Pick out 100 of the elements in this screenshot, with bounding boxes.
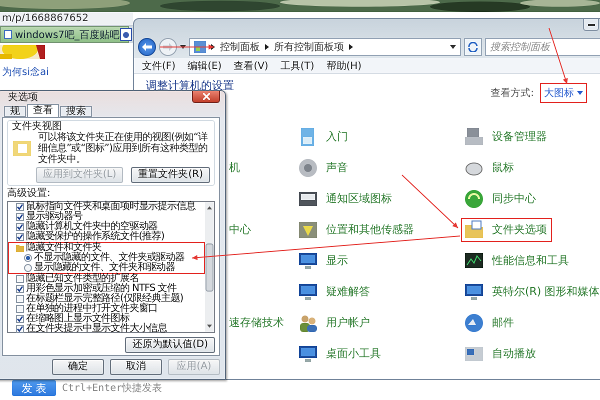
control-panel-item[interactable]: 声音 (295, 156, 353, 180)
dialog-tab[interactable]: 规 (4, 106, 26, 117)
dialog-tab[interactable]: 搜索 (60, 106, 92, 117)
setting-label: 显示隐藏的文件、文件夹和驱动器 (34, 263, 176, 273)
chart-icon (464, 250, 484, 270)
search-field[interactable]: 搜索控制面板 (485, 38, 600, 56)
monitor-icon (298, 250, 318, 270)
dialog-title: 夹选项 (8, 92, 38, 103)
setting-label: 在标题栏显示完整路径(仅限经典主题) (26, 294, 184, 304)
control-panel-item[interactable]: 性能信息和工具 (461, 248, 574, 272)
speaker-icon (298, 158, 318, 178)
globe-icon (464, 312, 484, 332)
dialog-tab[interactable]: 查看 (27, 104, 59, 117)
control-panel-item[interactable]: 文件夹选项 (461, 218, 552, 242)
folder-icon (12, 138, 32, 158)
address-bar[interactable]: m/p/1668867652 (0, 12, 133, 26)
menu-item[interactable]: 工具(T) (274, 58, 320, 72)
menu-item[interactable]: 文件(F) (136, 58, 182, 72)
sync-icon (464, 188, 484, 208)
browser-tab[interactable]: windows7吧_百度贴吧 (0, 26, 129, 43)
description-text: 可以将该文件夹正在使用的视图(例如“详细信息”或“图标”)应用到所有这种类型的文件夹中。 (38, 132, 209, 165)
forward-button[interactable] (159, 38, 177, 56)
item-label[interactable]: 速存储技术 (229, 315, 284, 330)
scrollbar[interactable] (205, 202, 214, 332)
minimize-button[interactable] (583, 19, 599, 31)
breadcrumb-item[interactable]: 所有控制面板项 (274, 40, 344, 54)
checkbox[interactable] (16, 325, 24, 333)
breadcrumb-item[interactable]: 控制面板 (220, 40, 260, 54)
close-button[interactable] (192, 91, 220, 103)
dialog-button[interactable]: 重置文件夹(R) (131, 167, 210, 183)
control-panel-item[interactable]: 设备管理器 (461, 124, 552, 148)
control-panel-item[interactable]: 显示 (295, 248, 353, 272)
setting-label: 隐藏受保护的操作系统文件(推荐) (26, 232, 164, 242)
control-panel-item[interactable]: 自动播放 (461, 342, 541, 366)
checkbox[interactable] (16, 285, 24, 293)
control-panel-item[interactable]: 通知区域图标 (295, 186, 397, 210)
view-dropdown[interactable]: 大图标 (540, 83, 587, 103)
control-panel-item[interactable]: 英特尔(R) 图形和媒体 (461, 280, 600, 304)
radio-button[interactable] (24, 254, 32, 262)
setting-label: 显示驱动器号 (26, 212, 82, 222)
checkbox[interactable] (16, 213, 24, 221)
page-icon (4, 30, 12, 39)
folder-icon (16, 244, 24, 252)
refresh-icon (468, 42, 478, 52)
setting-label: 在单独的进程中打开文件夹窗口 (26, 304, 158, 314)
menu-item[interactable]: 帮助(H) (320, 58, 368, 72)
control-panel-item[interactable]: 鼠标 (461, 156, 519, 180)
monitor-icon (298, 344, 318, 364)
item-label[interactable]: 机 (229, 160, 240, 175)
control-panel-item[interactable]: 入门 (295, 124, 353, 148)
checkbox[interactable] (16, 315, 24, 323)
back-button[interactable] (138, 38, 156, 56)
minus-icon (588, 24, 594, 26)
menu-item[interactable]: 编辑(E) (182, 58, 228, 72)
annotation-arrow (548, 28, 568, 84)
checkbox[interactable] (16, 203, 24, 211)
checkbox[interactable] (16, 305, 24, 313)
setting-label: 鼠标指向文件夹和桌面项时显示提示信息 (26, 202, 196, 212)
control-panel-icon (194, 41, 206, 53)
people-icon (298, 312, 318, 332)
restore-defaults-button[interactable]: 还原为默认值(D) (125, 337, 215, 353)
view-label: 查看方式: (490, 86, 534, 100)
control-panel-item[interactable]: 用户帐户 (295, 310, 375, 334)
checkbox[interactable] (16, 233, 24, 241)
radio-button[interactable] (24, 264, 32, 272)
checkbox[interactable] (16, 275, 24, 283)
setting-label: 隐藏已知文件类型的扩展名 (26, 274, 139, 284)
group-title: 文件夹视图 (12, 121, 63, 132)
page-heading: 调整计算机的设置 (146, 78, 234, 93)
close-icon (202, 93, 210, 100)
item-label[interactable]: 中心 (229, 222, 251, 237)
control-panel-item[interactable]: 邮件 (461, 310, 519, 334)
sensor-icon (298, 220, 318, 240)
setting-label: 用彩色显示加密或压缩的 NTFS 文件 (26, 284, 176, 294)
chevron-icon (349, 44, 353, 50)
url-text: m/p/1668867652 (2, 13, 88, 24)
control-panel-item[interactable]: 位置和其他传感器 (295, 218, 419, 242)
control-panel-item[interactable]: 桌面小工具 (295, 342, 386, 366)
control-panel-item[interactable]: 疑难解答 (295, 280, 375, 304)
forward-arrow-icon (163, 43, 173, 51)
control-panel-item[interactable]: 同步中心 (461, 186, 541, 210)
checkbox[interactable] (16, 295, 24, 303)
checkbox[interactable] (16, 223, 24, 231)
setting-label: 在文件夹提示中显示文件大小信息 (26, 324, 168, 334)
section-label: 高级设置: (7, 188, 52, 199)
back-arrow-icon (142, 43, 152, 51)
post-button[interactable]: 发 表 (12, 380, 56, 396)
folder-icon (464, 220, 484, 240)
printer-icon (464, 126, 484, 146)
monitor-icon (298, 282, 318, 302)
address-field[interactable]: 控制面板 所有控制面板项 (189, 38, 461, 56)
menu-item[interactable]: 查看(V) (228, 58, 274, 72)
refresh-button[interactable] (464, 38, 482, 56)
dialog-button[interactable]: 确定 (52, 359, 104, 375)
username-link[interactable]: 为何si念ai (2, 65, 49, 79)
page-icon[interactable] (120, 28, 132, 41)
monitor-icon (464, 282, 484, 302)
setting-label: 隐藏计算机文件夹中的空驱动器 (26, 222, 158, 232)
shortcut-hint: Ctrl+Enter快捷发表 (62, 382, 162, 395)
dialog-button[interactable]: 取消 (110, 359, 162, 375)
